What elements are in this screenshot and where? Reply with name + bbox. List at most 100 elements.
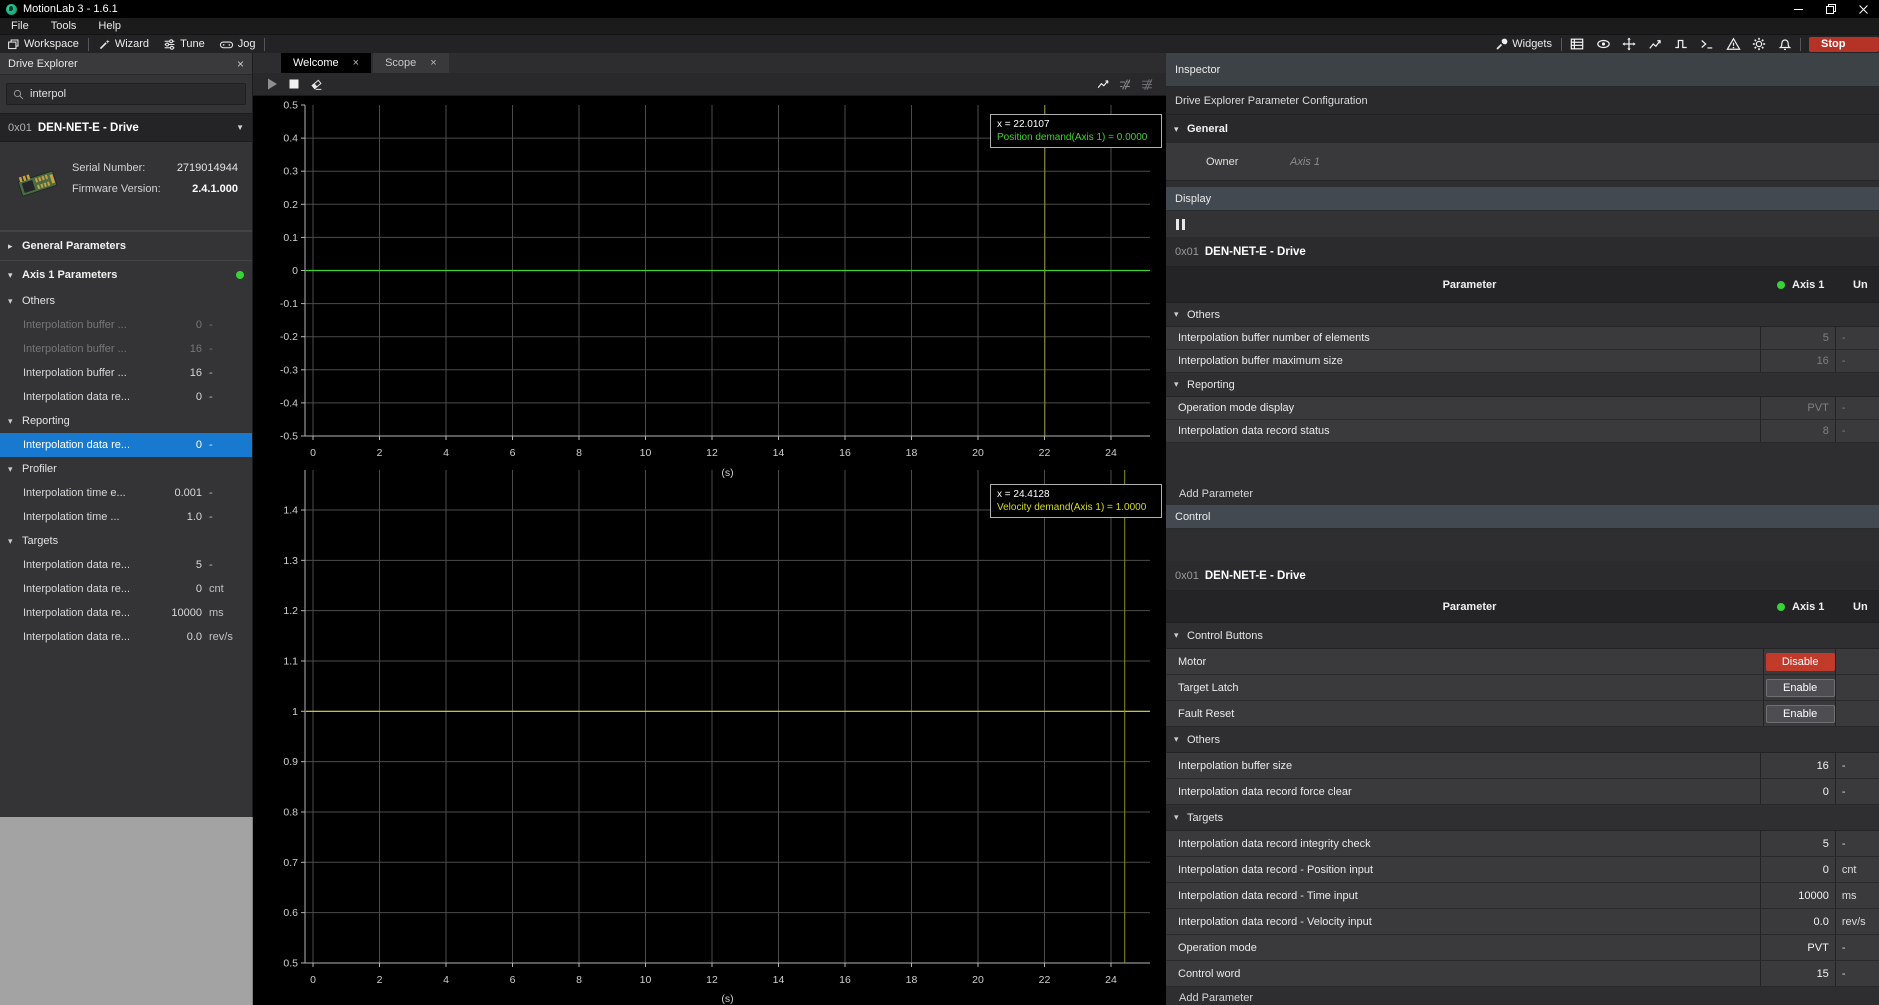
param-group-control-buttons[interactable]: ▾Control Buttons (1166, 623, 1879, 649)
tab-scope[interactable]: Scope × (373, 53, 449, 73)
stop-icon[interactable] (283, 73, 305, 96)
minimize-button[interactable] (1783, 0, 1815, 18)
search-input[interactable]: interpol (6, 83, 246, 105)
parameter-value[interactable]: 5 (1761, 831, 1836, 856)
parameter-value[interactable]: 16 (1761, 350, 1836, 372)
tree-item[interactable]: Interpolation buffer ...16- (0, 337, 252, 361)
table-row[interactable]: Operation mode displayPVT- (1166, 397, 1879, 420)
move-icon[interactable] (1616, 35, 1642, 54)
table-row[interactable]: Interpolation data record - Time input10… (1166, 883, 1879, 909)
scope-plot-area[interactable]: 0.50.40.30.20.10-0.1-0.2-0.3-0.4-0.50246… (253, 96, 1166, 1005)
param-group-others[interactable]: ▾Others (1166, 303, 1879, 327)
table-row[interactable]: Interpolation data record integrity chec… (1166, 831, 1879, 857)
eye-icon[interactable] (1590, 35, 1616, 54)
device-id: 0x01 (1175, 570, 1199, 582)
tree-item[interactable]: Interpolation data re...0- (0, 385, 252, 409)
tree-group-profiler[interactable]: ▾Profiler (0, 457, 252, 481)
tree-item[interactable]: Interpolation buffer ...0- (0, 313, 252, 337)
close-icon[interactable] (1847, 0, 1879, 18)
wizard-button[interactable]: Wizard (91, 35, 156, 54)
disable-button[interactable]: Disable (1766, 653, 1835, 671)
tune-button[interactable]: Tune (156, 35, 212, 54)
gear-icon[interactable] (1746, 35, 1772, 54)
parameter-value[interactable]: 8 (1761, 420, 1836, 442)
stop-button[interactable]: Stop (1809, 37, 1879, 52)
table-row[interactable]: Fault ResetEnable (1166, 701, 1879, 727)
widgets-button[interactable]: Widgets (1488, 35, 1559, 54)
table-row[interactable]: Interpolation buffer size16- (1166, 753, 1879, 779)
param-group-others[interactable]: ▾Others (1166, 727, 1879, 753)
inspector-subtitle: Drive Explorer Parameter Configuration (1166, 87, 1879, 115)
bell-icon[interactable] (1772, 35, 1798, 54)
parameter-value[interactable]: 15 (1761, 961, 1836, 986)
table-row[interactable]: Interpolation data record status8- (1166, 420, 1879, 443)
sidebar-section-general-parameters[interactable]: ▸General Parameters (0, 231, 252, 260)
table-row[interactable]: Operation modePVT- (1166, 935, 1879, 961)
tree-item[interactable]: Interpolation time e...0.001- (0, 481, 252, 505)
trend-line-icon[interactable] (1092, 73, 1114, 96)
table-row[interactable]: MotorDisable (1166, 649, 1879, 675)
chevron-down-icon: ▾ (8, 416, 22, 427)
parameter-value[interactable]: PVT (1761, 935, 1836, 960)
table-row[interactable]: Interpolation data record - Position inp… (1166, 857, 1879, 883)
add-parameter-button[interactable]: Add Parameter (1166, 987, 1879, 1005)
menu-file[interactable]: File (0, 20, 40, 32)
tree-item[interactable]: Interpolation data re...0- (0, 433, 252, 457)
parameter-value[interactable]: 0.0 (1761, 909, 1836, 934)
table-row[interactable]: Interpolation buffer number of elements5… (1166, 327, 1879, 350)
warning-icon[interactable] (1720, 35, 1746, 54)
general-section[interactable]: ▾ General (1166, 115, 1879, 143)
menu-help[interactable]: Help (87, 20, 132, 32)
tab-welcome[interactable]: Welcome × (281, 53, 371, 73)
close-icon[interactable]: × (430, 57, 436, 69)
parameter-value[interactable]: 16 (1761, 753, 1836, 778)
tree-item[interactable]: Interpolation data re...0cnt (0, 577, 252, 601)
device-selector[interactable]: 0x01 DEN-NET-E - Drive ▼ (0, 113, 252, 142)
table-row[interactable]: Target LatchEnable (1166, 675, 1879, 701)
terminal-icon[interactable] (1694, 35, 1720, 54)
pause-indicator[interactable] (1166, 211, 1879, 237)
scope-charts[interactable]: 0.50.40.30.20.10-0.1-0.2-0.3-0.4-0.50246… (253, 96, 1166, 1005)
chart-icon[interactable] (1642, 35, 1668, 54)
tree-group-reporting[interactable]: ▾Reporting (0, 409, 252, 433)
menu-tools[interactable]: Tools (40, 20, 88, 32)
parameter-value[interactable]: 10000 (1761, 883, 1836, 908)
svg-text:18: 18 (906, 974, 918, 986)
sidebar-section-axis-1-parameters[interactable]: ▾Axis 1 Parameters (0, 260, 252, 289)
owner-value[interactable]: Axis 1 (1290, 156, 1320, 168)
table-row[interactable]: Control word15- (1166, 961, 1879, 987)
clear-eraser-icon[interactable] (305, 73, 327, 96)
table-row[interactable]: Interpolation data record force clear0- (1166, 779, 1879, 805)
workspace-button[interactable]: Workspace (0, 35, 86, 54)
widget-header-display[interactable]: Display (1166, 187, 1879, 211)
widget-header-control[interactable]: Control (1166, 505, 1879, 529)
table-icon[interactable] (1564, 35, 1590, 54)
tree-item[interactable]: Interpolation buffer ...16- (0, 361, 252, 385)
tree-group-targets[interactable]: ▾Targets (0, 529, 252, 553)
param-group-targets[interactable]: ▾Targets (1166, 805, 1879, 831)
tree-item[interactable]: Interpolation data re...5- (0, 553, 252, 577)
play-icon[interactable] (261, 73, 283, 96)
tree-group-others[interactable]: ▾Others (0, 289, 252, 313)
tree-item[interactable]: Interpolation time ...1.0- (0, 505, 252, 529)
hide-curves-icon[interactable] (1114, 73, 1136, 96)
parameter-value[interactable]: PVT (1761, 397, 1836, 419)
table-row[interactable]: Interpolation data record - Velocity inp… (1166, 909, 1879, 935)
close-icon[interactable]: × (237, 57, 244, 71)
enable-button[interactable]: Enable (1766, 705, 1835, 723)
enable-button[interactable]: Enable (1766, 679, 1835, 697)
tree-item[interactable]: Interpolation data re...0.0rev/s (0, 625, 252, 649)
tree-item[interactable]: Interpolation data re...10000ms (0, 601, 252, 625)
param-group-reporting[interactable]: ▾Reporting (1166, 373, 1879, 397)
restore-button[interactable] (1815, 0, 1847, 18)
pulse-icon[interactable] (1668, 35, 1694, 54)
parameter-value[interactable]: 0 (1761, 779, 1836, 804)
parameter-value[interactable]: 0 (1761, 857, 1836, 882)
section-label: Axis 1 Parameters (22, 269, 117, 281)
add-parameter-button[interactable]: Add Parameter (1166, 483, 1879, 505)
hide-all-curves-icon[interactable] (1136, 73, 1158, 96)
table-row[interactable]: Interpolation buffer maximum size16- (1166, 350, 1879, 373)
parameter-value[interactable]: 5 (1761, 327, 1836, 349)
jog-button[interactable]: Jog (212, 35, 263, 54)
close-icon[interactable]: × (353, 57, 359, 69)
